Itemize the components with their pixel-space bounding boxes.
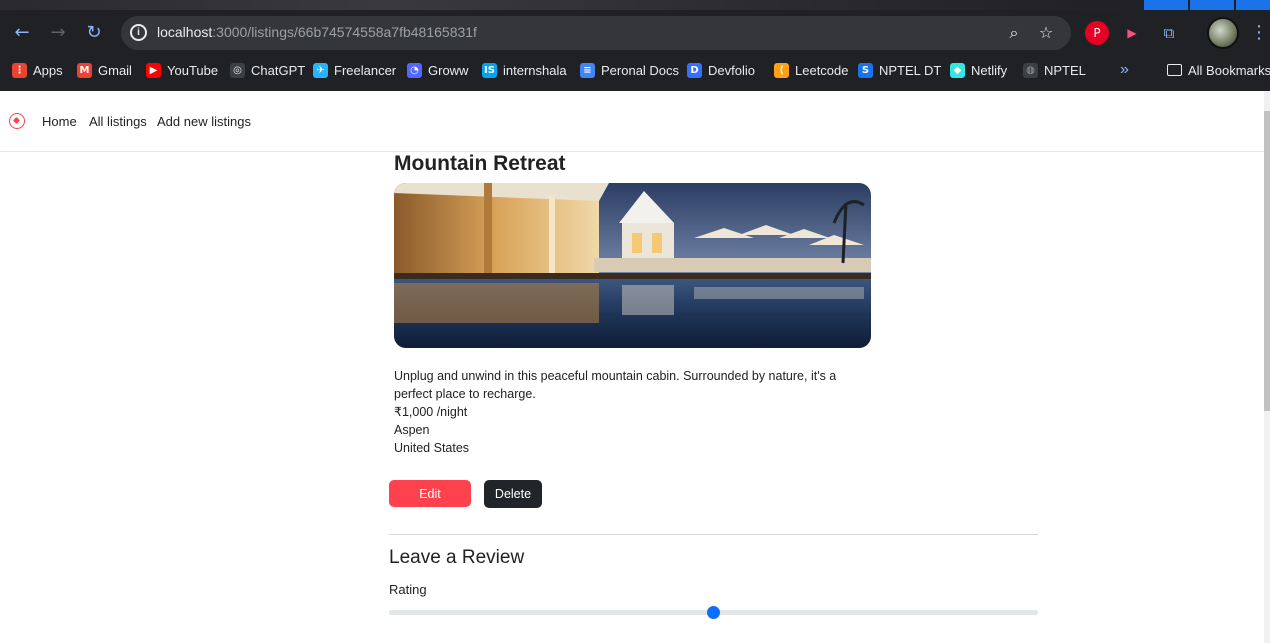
forward-arrow-icon[interactable]: →	[47, 22, 69, 44]
listing-price: ₹1,000 /night	[394, 405, 468, 419]
more-bookmarks-chevron-icon[interactable]: »	[1120, 60, 1129, 80]
delete-button[interactable]: Delete	[484, 480, 542, 508]
bookmark-label: Groww	[428, 62, 469, 78]
reload-icon[interactable]: ↻	[83, 22, 105, 44]
listing-description: Unplug and unwind in this peaceful mount…	[394, 369, 837, 401]
url-text[interactable]: localhost:3000/listings/66b74574558a7fb4…	[157, 24, 477, 40]
groww-icon: ◔	[407, 62, 422, 78]
leetcode-icon: ⟨	[774, 62, 789, 78]
bookmark-label: NPTEL DT	[879, 62, 942, 78]
bookmark-label: Devfolio	[708, 62, 755, 78]
nav-add-listing-link[interactable]: Add new listings	[157, 114, 251, 129]
section-divider	[389, 534, 1038, 535]
page: Home All listings Add new listings Mount…	[0, 91, 1270, 643]
pinterest-extension-icon[interactable]: P	[1085, 21, 1109, 45]
devfolio-icon: D	[687, 62, 702, 78]
url-host: localhost	[157, 24, 213, 40]
bookmark-peronal-docs[interactable]: ≡ Peronal Docs	[580, 60, 679, 80]
bookmark-apps[interactable]: ⋮ Apps	[12, 60, 63, 80]
bookmark-gmail[interactable]: M Gmail	[77, 60, 132, 80]
bookmark-nptel[interactable]: ◍ NPTEL	[1023, 60, 1086, 80]
folder-icon	[1167, 64, 1182, 76]
listing-image	[394, 183, 871, 348]
bookmark-star-icon[interactable]: ☆	[1036, 23, 1056, 43]
listing-country: United States	[394, 441, 470, 455]
close-window-button[interactable]	[1236, 0, 1270, 10]
listing-location: Aspen	[394, 423, 430, 437]
profile-avatar[interactable]	[1207, 17, 1239, 49]
bookmark-label: NPTEL	[1044, 62, 1086, 78]
bookmark-label: Leetcode	[795, 62, 849, 78]
maximize-button[interactable]	[1190, 0, 1234, 10]
bookmarks-bar: ⋮ Apps M Gmail ▶ YouTube ◎ ChatGPT ✈ Freelancer ◔ G…	[0, 58, 1270, 82]
compass-icon[interactable]	[9, 113, 25, 129]
all-bookmarks-folder[interactable]: All Bookmarks	[1167, 60, 1270, 80]
bookmark-devfolio[interactable]: D Devfolio	[687, 60, 755, 80]
bookmark-groww[interactable]: ◔ Groww	[407, 60, 468, 80]
freelancer-icon: ✈	[313, 62, 328, 78]
listing-details: Unplug and unwind in this peaceful mount…	[394, 367, 854, 457]
navbar: Home All listings Add new listings	[0, 91, 1264, 152]
bookmark-nptel-dt[interactable]: S NPTEL DT	[858, 60, 941, 80]
page-scrollbar[interactable]	[1264, 91, 1270, 643]
address-bar[interactable]: i localhost:3000/listings/66b74574558a7f…	[121, 16, 1071, 50]
site-info-icon[interactable]: i	[130, 24, 147, 41]
netlify-icon: ◆	[950, 62, 965, 78]
bookmark-label: Gmail	[98, 62, 132, 78]
url-path: :3000/listings/66b74574558a7fb48165831f	[212, 24, 477, 40]
globe-icon: ◍	[1023, 62, 1038, 78]
bookmark-youtube[interactable]: ▶ YouTube	[146, 60, 218, 80]
bookmark-internshala[interactable]: IS internshala	[482, 60, 567, 80]
nav-home-link[interactable]: Home	[42, 114, 77, 129]
bookmark-label: Peronal Docs	[601, 62, 680, 78]
bookmark-leetcode[interactable]: ⟨ Leetcode	[774, 60, 849, 80]
minimize-button[interactable]	[1144, 0, 1188, 10]
nptel-icon: S	[858, 62, 873, 78]
youtube-icon: ▶	[146, 62, 161, 78]
gmail-icon: M	[77, 62, 92, 78]
resort-pool-image	[394, 183, 871, 348]
video-extension-icon[interactable]: ▶	[1120, 21, 1144, 45]
browser-chrome: ← → ↻ i localhost:3000/listings/66b74574…	[0, 0, 1270, 91]
bookmark-label: ChatGPT	[251, 62, 306, 78]
edit-button[interactable]: Edit	[389, 480, 471, 507]
internshala-icon: IS	[482, 62, 497, 78]
rating-label: Rating	[389, 582, 427, 597]
bookmark-label: Freelancer	[334, 62, 397, 78]
zoom-icon[interactable]: ⌕	[1004, 23, 1024, 43]
bookmark-label: Netlify	[971, 62, 1008, 78]
tab-strip	[0, 0, 1270, 10]
rating-slider-thumb[interactable]	[707, 606, 720, 619]
back-arrow-icon[interactable]: ←	[11, 22, 33, 44]
bookmark-label: Apps	[33, 62, 63, 78]
nav-all-listings-link[interactable]: All listings	[89, 114, 147, 129]
bookmark-chatgpt[interactable]: ◎ ChatGPT	[230, 60, 305, 80]
review-heading: Leave a Review	[389, 547, 525, 568]
apps-grid-icon: ⋮	[12, 62, 27, 78]
scrollbar-thumb[interactable]	[1264, 111, 1270, 411]
listing-title: Mountain Retreat	[394, 152, 566, 175]
bookmark-label: YouTube	[167, 62, 219, 78]
chatgpt-icon: ◎	[230, 62, 245, 78]
docs-icon: ≡	[580, 62, 595, 78]
browser-menu-icon[interactable]: ⋮	[1250, 22, 1268, 44]
all-bookmarks-label: All Bookmarks	[1188, 62, 1270, 78]
extensions-puzzle-icon[interactable]: ⧉	[1157, 21, 1181, 45]
bookmark-netlify[interactable]: ◆ Netlify	[950, 60, 1007, 80]
bookmark-label: internshala	[503, 62, 567, 78]
bookmark-freelancer[interactable]: ✈ Freelancer	[313, 60, 396, 80]
